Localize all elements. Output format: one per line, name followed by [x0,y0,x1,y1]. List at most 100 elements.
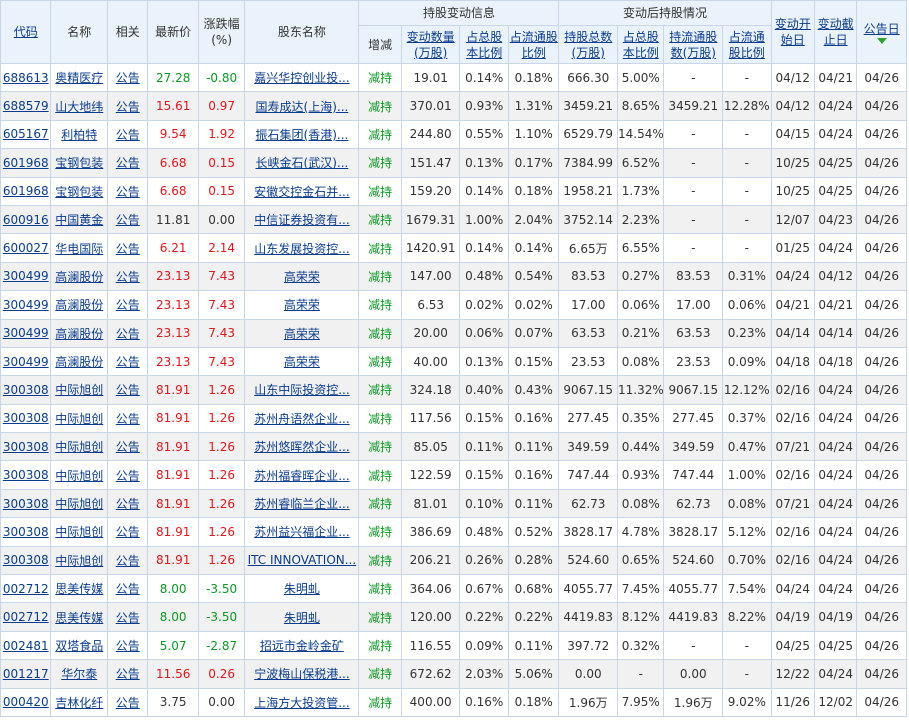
stock-code-cell[interactable]: 300499 [0,261,52,292]
stock-name-link[interactable]: 宝钢包装 [55,156,103,170]
announcement-link[interactable]: 公告 [116,213,140,227]
col-announce-date[interactable]: 公告日 [856,0,907,64]
holder-name-link[interactable]: 振石集团(香港)... [256,128,349,142]
holder-name-cell[interactable]: 长峡金石(武汉)... [244,148,360,178]
holder-name-cell[interactable]: 招远市金岭金矿 [244,630,360,661]
stock-code-link[interactable]: 300308 [3,383,49,397]
holder-name-link[interactable]: 苏州舟语然企业... [254,412,349,426]
stock-code-cell[interactable]: 300499 [0,318,52,348]
stock-name-cell[interactable]: 山大地纬 [50,91,109,121]
stock-code-cell[interactable]: 600916 [0,204,52,235]
stock-name-link[interactable]: 华电国际 [55,242,103,256]
stock-code-cell[interactable]: 600027 [0,233,52,263]
announcement-cell[interactable]: 公告 [107,488,149,519]
table-row[interactable]: 001217 华尔泰 公告 11.56 0.26 宁波梅山保税港... 减持 672.62 2.… [0,659,907,689]
table-row[interactable]: 300308 中际旭创 公告 81.91 1.26 苏州益兴福企业... 减持 386.69 0… [0,517,907,547]
holder-name-cell[interactable]: 安徽交控金石并... [244,176,360,206]
stock-code-link[interactable]: 300308 [3,468,49,482]
stock-code-link[interactable]: 601968 [3,184,49,198]
col-total-hold[interactable]: 持股总数(万股) [558,25,619,64]
stock-code-cell[interactable]: 002712 [0,574,52,604]
col-pct-total-after[interactable]: 占总股本比例 [617,25,665,64]
announcement-cell[interactable]: 公告 [107,261,149,292]
holder-name-cell[interactable]: 朱明虬 [244,602,360,632]
stock-name-link[interactable]: 利柏特 [61,128,97,142]
stock-code-cell[interactable]: 300308 [0,403,52,434]
announcement-cell[interactable]: 公告 [107,687,149,717]
stock-code-link[interactable]: 300499 [3,355,49,369]
announcement-link[interactable]: 公告 [116,667,140,681]
stock-name-link[interactable]: 宝钢包装 [55,185,103,199]
announcement-cell[interactable]: 公告 [107,233,149,263]
stock-name-link[interactable]: 中际旭创 [55,440,103,454]
table-row[interactable]: 002712 思美传媒 公告 8.00 -3.50 朱明虬 减持 120.00 0.22% 0.2… [0,602,907,632]
stock-code-cell[interactable]: 001217 [0,659,52,689]
announcement-link[interactable]: 公告 [116,383,140,397]
stock-name-link[interactable]: 山大地纬 [55,100,103,114]
stock-name-cell[interactable]: 奥精医疗 [50,62,109,93]
stock-code-link[interactable]: 601968 [3,156,49,170]
stock-code-link[interactable]: 000420 [3,695,49,709]
holder-name-link[interactable]: 苏州福睿晖企业... [254,469,349,483]
stock-name-cell[interactable]: 思美传媒 [50,602,109,632]
announcement-link[interactable]: 公告 [116,696,140,710]
stock-code-cell[interactable]: 300308 [0,432,52,462]
stock-name-link[interactable]: 高澜股份 [55,298,103,312]
holder-name-link[interactable]: ITC INNOVATION... [248,553,357,567]
announcement-cell[interactable]: 公告 [107,517,149,547]
stock-code-cell[interactable]: 002481 [0,630,52,661]
holder-name-link[interactable]: 高荣荣 [284,298,320,312]
announcement-link[interactable]: 公告 [116,554,140,568]
holder-name-link[interactable]: 山东中际投资控... [254,383,349,397]
holder-name-link[interactable]: 高荣荣 [284,270,320,284]
holder-name-cell[interactable]: 苏州悠晖然企业... [244,432,360,462]
table-row[interactable]: 300308 中际旭创 公告 81.91 1.26 山东中际投资控... 减持 324.18 0… [0,375,907,405]
sort-desc-icon[interactable] [876,37,887,44]
holder-name-link[interactable]: 朱明虬 [284,582,320,596]
announcement-link[interactable]: 公告 [116,327,140,341]
stock-name-link[interactable]: 吉林化纤 [55,696,103,710]
announcement-cell[interactable]: 公告 [107,574,149,604]
stock-name-link[interactable]: 高澜股份 [55,355,103,369]
table-row[interactable]: 300308 中际旭创 公告 81.91 1.26 ITC INNOVATION... 减持… [0,545,907,576]
stock-name-cell[interactable]: 利柏特 [50,119,109,150]
announcement-link[interactable]: 公告 [116,242,140,256]
announcement-cell[interactable]: 公告 [107,659,149,689]
col-pct-total[interactable]: 占总股本比例 [459,25,509,64]
stock-name-cell[interactable]: 宝钢包装 [50,148,109,178]
stock-code-cell[interactable]: 688579 [0,91,52,121]
stock-code-link[interactable]: 688613 [3,71,49,85]
stock-code-link[interactable]: 600916 [3,213,49,227]
stock-name-cell[interactable]: 高澜股份 [50,318,109,348]
announcement-link[interactable]: 公告 [116,412,140,426]
announcement-link[interactable]: 公告 [116,497,140,511]
holder-name-link[interactable]: 高荣荣 [284,355,320,369]
stock-code-link[interactable]: 300499 [3,298,49,312]
holder-name-cell[interactable]: 高荣荣 [244,318,360,348]
stock-code-link[interactable]: 300308 [3,553,49,567]
holder-name-link[interactable]: 招远市金岭金矿 [260,639,344,653]
announcement-cell[interactable]: 公告 [107,148,149,178]
holder-name-cell[interactable]: 山东中际投资控... [244,375,360,405]
holder-name-cell[interactable]: ITC INNOVATION... [244,545,360,576]
col-end-date[interactable]: 变动截止日 [813,0,858,64]
col-pct-float[interactable]: 占流通股比例 [507,25,560,64]
stock-name-cell[interactable]: 高澜股份 [50,346,109,377]
announcement-cell[interactable]: 公告 [107,318,149,348]
stock-name-cell[interactable]: 中际旭创 [50,460,109,490]
stock-name-link[interactable]: 高澜股份 [55,327,103,341]
stock-code-link[interactable]: 605167 [3,127,49,141]
table-row[interactable]: 601968 宝钢包装 公告 6.68 0.15 安徽交控金石并... 减持 159.20 0.… [0,176,907,206]
holder-name-cell[interactable]: 国寿成达(上海)... [244,91,360,121]
stock-code-link[interactable]: 300308 [3,440,49,454]
table-row[interactable]: 300499 高澜股份 公告 23.13 7.43 高荣荣 减持 40.00 0.13% 0.15… [0,346,907,377]
stock-name-cell[interactable]: 双塔食品 [50,630,109,661]
stock-code-cell[interactable]: 300499 [0,290,52,320]
stock-code-link[interactable]: 300308 [3,411,49,425]
col-start-date[interactable]: 变动开始日 [770,0,815,64]
table-row[interactable]: 688613 奥精医疗 公告 27.28 -0.80 嘉兴华控创业投... 减持 19.01 0… [0,62,907,93]
announcement-cell[interactable]: 公告 [107,290,149,320]
stock-code-link[interactable]: 688579 [3,99,49,113]
stock-code-link[interactable]: 002481 [3,639,49,653]
stock-name-link[interactable]: 中际旭创 [55,469,103,483]
